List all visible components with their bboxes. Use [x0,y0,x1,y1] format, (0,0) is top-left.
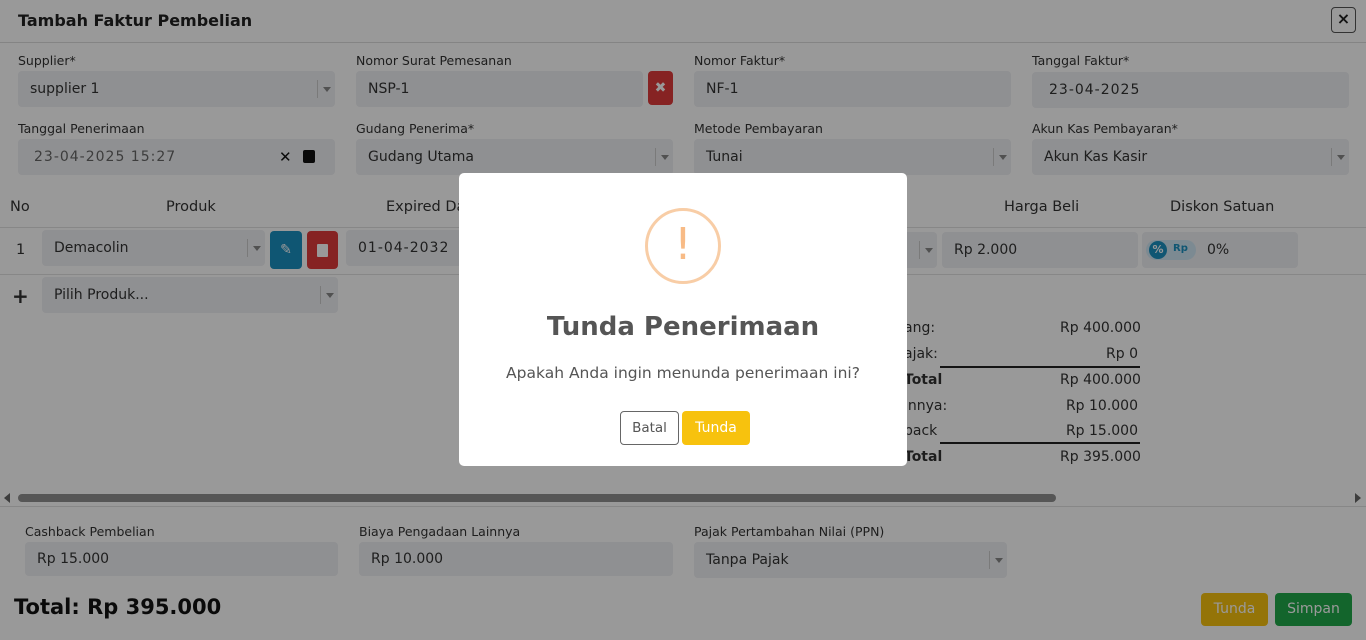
confirm-tunda-button[interactable]: Tunda [682,411,750,445]
dialog-message: Apakah Anda ingin menunda penerimaan ini… [506,364,860,382]
confirm-dialog: ! Tunda Penerimaan Apakah Anda ingin men… [459,173,907,466]
warning-icon: ! [645,208,721,284]
cancel-button[interactable]: Batal [620,411,679,445]
dialog-title: Tunda Penerimaan [546,312,820,342]
exclamation-icon: ! [674,219,692,270]
